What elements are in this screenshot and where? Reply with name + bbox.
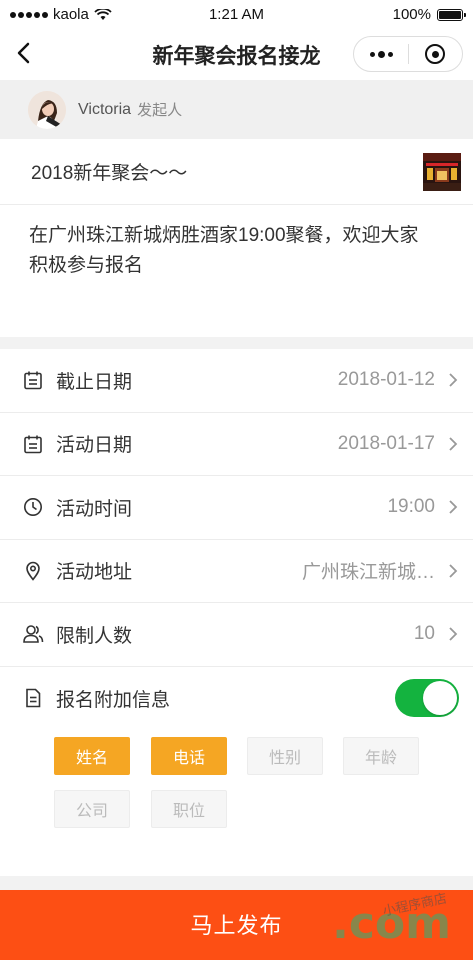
initiator-name: Victoria bbox=[78, 100, 132, 118]
document-icon bbox=[22, 687, 44, 709]
event-address-row[interactable]: 活动地址 广州珠江新城… bbox=[0, 540, 473, 603]
chevron-right-icon bbox=[449, 627, 458, 641]
event-date-value: 2018-01-17 bbox=[337, 432, 435, 454]
event-address-label: 活动地址 bbox=[56, 562, 133, 584]
battery-icon bbox=[437, 8, 466, 21]
chevron-right-icon bbox=[449, 564, 458, 578]
mini-program-capsule bbox=[353, 36, 463, 72]
chip-company[interactable]: 公司 bbox=[54, 790, 130, 828]
chevron-right-icon bbox=[449, 373, 458, 387]
people-icon bbox=[22, 623, 44, 645]
calendar-icon bbox=[22, 369, 44, 391]
event-date-label: 活动日期 bbox=[56, 435, 133, 457]
participant-limit-value: 10 bbox=[413, 623, 435, 645]
extra-info-toggle[interactable] bbox=[395, 679, 459, 718]
clock-icon bbox=[22, 496, 44, 518]
target-icon bbox=[425, 44, 446, 64]
extra-info-row: 报名附加信息 bbox=[0, 667, 473, 731]
chip-position[interactable]: 职位 bbox=[151, 790, 227, 828]
event-time-row[interactable]: 活动时间 19:00 bbox=[0, 476, 473, 540]
deadline-label: 截止日期 bbox=[56, 371, 133, 393]
deadline-value: 2018-01-12 bbox=[337, 369, 435, 391]
chevron-right-icon bbox=[449, 437, 458, 451]
participant-limit-label: 限制人数 bbox=[56, 625, 133, 647]
status-bar: kaola 1:21 AM 100% bbox=[0, 0, 473, 28]
event-card: 2018新年聚会～～ 在广州珠江新城炳胜酒家19:00聚餐，欢迎大家积极参与报名 bbox=[0, 139, 473, 337]
chevron-right-icon bbox=[449, 500, 458, 514]
chip-age[interactable]: 年龄 bbox=[343, 737, 419, 775]
battery-percent: 100% bbox=[392, 6, 431, 23]
event-address-value: 广州珠江新城… bbox=[301, 562, 435, 584]
nav-bar: 新年聚会报名接龙 bbox=[0, 28, 473, 80]
chip-gender[interactable]: 性别 bbox=[247, 737, 323, 775]
initiator-role: 发起人 bbox=[137, 102, 183, 119]
participant-limit-row[interactable]: 限制人数 10 bbox=[0, 603, 473, 667]
publish-button[interactable]: 马上发布 .com 小程序商店 bbox=[0, 890, 473, 960]
location-pin-icon bbox=[22, 560, 44, 582]
close-mini-program-button[interactable] bbox=[409, 37, 462, 71]
avatar bbox=[28, 90, 66, 129]
extra-info-label: 报名附加信息 bbox=[56, 689, 171, 711]
deadline-row[interactable]: 截止日期 2018-01-12 bbox=[0, 349, 473, 413]
calendar-icon bbox=[22, 433, 44, 455]
initiator-bar: Victoria 发起人 bbox=[0, 80, 473, 139]
event-cover-image[interactable] bbox=[423, 152, 461, 191]
event-time-value: 19:00 bbox=[387, 496, 435, 518]
event-title[interactable]: 2018新年聚会～～ bbox=[31, 158, 423, 185]
more-button[interactable] bbox=[354, 37, 408, 71]
chip-name[interactable]: 姓名 bbox=[54, 737, 130, 775]
event-date-row[interactable]: 活动日期 2018-01-17 bbox=[0, 413, 473, 476]
event-description[interactable]: 在广州珠江新城炳胜酒家19:00聚餐，欢迎大家积极参与报名 bbox=[0, 205, 473, 281]
chip-phone[interactable]: 电话 bbox=[151, 737, 227, 775]
event-time-label: 活动时间 bbox=[56, 498, 133, 520]
